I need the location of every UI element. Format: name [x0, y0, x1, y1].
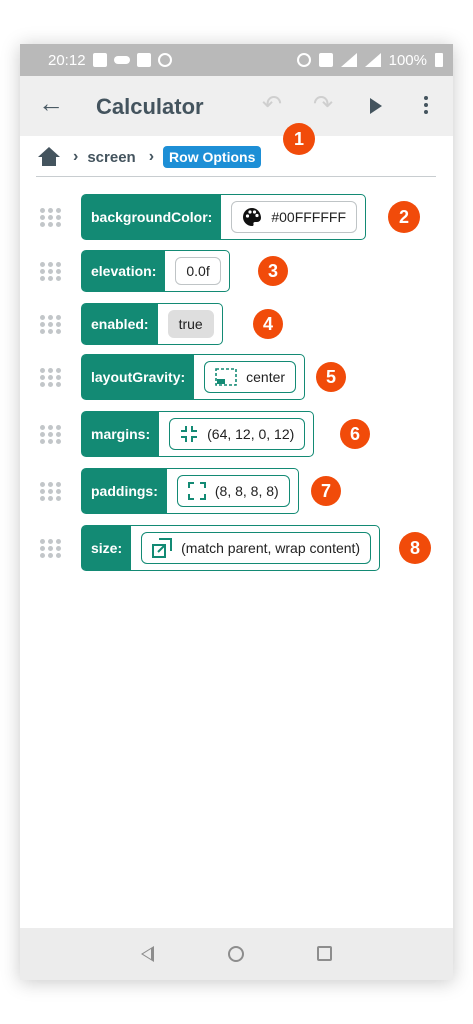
- drag-handle-icon[interactable]: [40, 425, 62, 444]
- option-label: backgroundColor:: [82, 195, 222, 239]
- linkedin-icon: [92, 53, 107, 67]
- option-chip[interactable]: layoutGravity: center: [81, 354, 306, 400]
- signal-icon: [364, 53, 381, 67]
- option-value: #00FFFFFF: [271, 209, 347, 225]
- nav-recents-icon[interactable]: [317, 946, 332, 961]
- phone-frame: 20:12 100% ← Calculator ↶ ↷ › screen › R…: [20, 44, 453, 980]
- option-row: paddings: (8, 8, 8, 8) 7: [20, 468, 453, 514]
- callout-badge: 8: [399, 532, 431, 564]
- chevron-right-icon: ›: [73, 148, 79, 165]
- drag-handle-icon[interactable]: [40, 208, 62, 227]
- drag-handle-icon[interactable]: [40, 539, 62, 558]
- option-value[interactable]: true: [167, 310, 214, 338]
- option-label: size:: [82, 526, 132, 570]
- callout-badge: 1: [283, 123, 315, 155]
- status-bar: 20:12 100%: [20, 44, 453, 76]
- battery-percent: 100%: [388, 51, 427, 69]
- option-chip[interactable]: margins: (64, 12, 0, 12): [81, 411, 315, 457]
- nav-home-icon[interactable]: [228, 946, 244, 962]
- drag-handle-icon[interactable]: [40, 368, 62, 387]
- drag-handle-icon[interactable]: [40, 482, 62, 501]
- margins-icon: [180, 425, 198, 443]
- option-row: backgroundColor: #00FFFFFF 2: [20, 194, 453, 240]
- paddings-icon: [187, 482, 206, 500]
- callout-badge: 6: [340, 419, 370, 449]
- option-label: margins:: [82, 412, 160, 456]
- option-row: elevation: 0.0f 3: [20, 250, 453, 292]
- size-icon: [152, 538, 173, 558]
- option-row: enabled: true 4: [20, 303, 453, 345]
- option-label: elevation:: [82, 251, 166, 291]
- drag-handle-icon[interactable]: [40, 315, 62, 334]
- option-label: paddings:: [82, 469, 167, 513]
- option-chip[interactable]: backgroundColor: #00FFFFFF: [81, 194, 367, 240]
- more-vert-icon[interactable]: [424, 96, 428, 116]
- option-chip[interactable]: enabled: true: [81, 303, 223, 345]
- notification-icon: [113, 56, 130, 64]
- option-value-button[interactable]: #00FFFFFF: [231, 201, 358, 233]
- option-row: layoutGravity: center 5: [20, 354, 453, 400]
- option-chip[interactable]: paddings: (8, 8, 8, 8): [81, 468, 299, 514]
- app-bar: ← Calculator ↶ ↷: [20, 76, 453, 136]
- option-chip[interactable]: elevation: 0.0f: [81, 250, 230, 292]
- callout-badge: 5: [316, 362, 346, 392]
- breadcrumb: › screen › Row Options: [38, 144, 262, 170]
- callout-badge: 3: [258, 256, 288, 286]
- image-icon: [136, 53, 151, 67]
- gravity-icon: [215, 368, 237, 386]
- play-icon[interactable]: [370, 98, 382, 114]
- undo-icon[interactable]: ↶: [262, 90, 282, 119]
- drag-handle-icon[interactable]: [40, 262, 62, 281]
- home-icon[interactable]: [38, 147, 60, 167]
- divider: [36, 176, 436, 177]
- option-value-button[interactable]: (match parent, wrap content): [141, 532, 372, 564]
- clock: 20:12: [48, 51, 86, 69]
- redo-icon[interactable]: ↷: [313, 90, 333, 119]
- option-value-button[interactable]: (8, 8, 8, 8): [176, 475, 290, 507]
- option-row: size: (match parent, wrap content) 8: [20, 525, 453, 571]
- sync-icon: [157, 53, 172, 67]
- system-nav-bar: [20, 928, 453, 980]
- battery-icon: [435, 53, 443, 67]
- nfc-icon: [318, 53, 333, 67]
- option-row: margins: (64, 12, 0, 12) 6: [20, 411, 453, 457]
- option-label: enabled:: [82, 304, 158, 344]
- option-value[interactable]: 0.0f: [175, 257, 221, 285]
- breadcrumb-item-screen[interactable]: screen: [87, 149, 135, 166]
- wifi-icon: [340, 53, 357, 67]
- option-label: layoutGravity:: [82, 355, 195, 399]
- option-value-button[interactable]: (64, 12, 0, 12): [169, 418, 306, 450]
- option-value-button[interactable]: center: [204, 361, 297, 393]
- breadcrumb-item-active[interactable]: Row Options: [163, 146, 262, 168]
- chevron-right-icon: ›: [148, 148, 155, 165]
- palette-icon: [242, 207, 262, 227]
- callout-badge: 2: [388, 201, 420, 233]
- option-value: (64, 12, 0, 12): [207, 426, 295, 442]
- option-chip[interactable]: size: (match parent, wrap content): [81, 525, 381, 571]
- option-value: center: [246, 369, 286, 385]
- alarm-icon: [296, 53, 311, 67]
- back-arrow-icon[interactable]: ←: [38, 90, 64, 116]
- nav-back-icon[interactable]: [141, 946, 154, 962]
- callout-badge: 7: [311, 476, 341, 506]
- callout-badge: 4: [253, 309, 283, 339]
- page-title: Calculator: [96, 94, 204, 119]
- option-value: (match parent, wrap content): [181, 540, 361, 556]
- option-value: (8, 8, 8, 8): [214, 483, 279, 499]
